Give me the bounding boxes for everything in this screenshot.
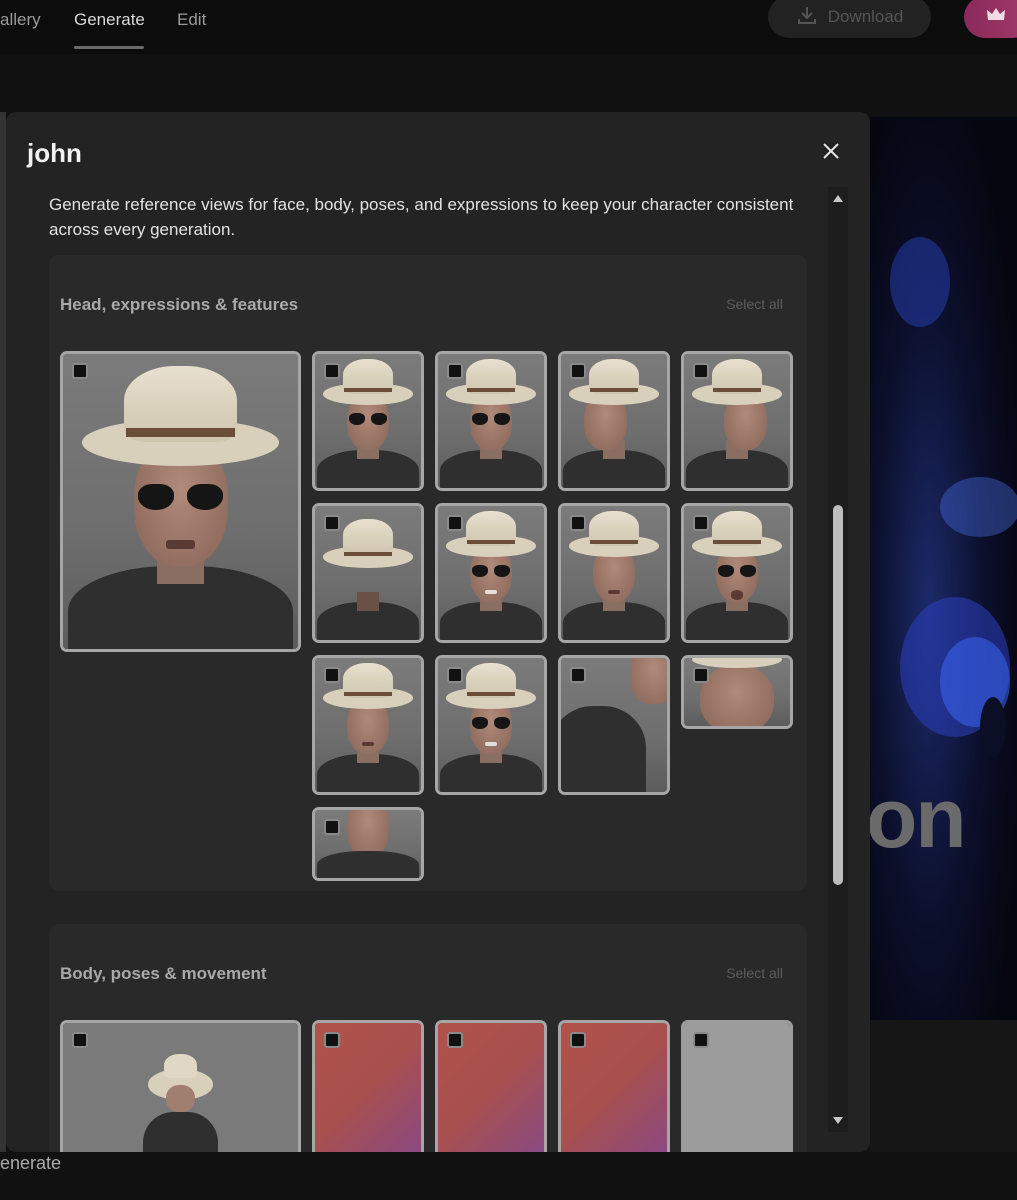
background-lower-area	[870, 1020, 1017, 1152]
checkbox-icon[interactable]	[324, 667, 340, 683]
checkbox-icon[interactable]	[570, 1032, 586, 1048]
checkbox-icon[interactable]	[72, 363, 88, 379]
portrait-photo	[63, 354, 298, 649]
download-label: Download	[827, 7, 904, 26]
reference-thumbnail[interactable]	[312, 655, 424, 795]
reference-thumbnail[interactable]	[312, 503, 424, 643]
modal-title: john	[27, 138, 82, 168]
reference-thumbnail-placeholder[interactable]	[681, 1020, 793, 1152]
download-button[interactable]: Download	[768, 0, 931, 38]
checkbox-icon[interactable]	[570, 667, 586, 683]
reference-thumbnail[interactable]	[558, 503, 670, 643]
background-hero-image	[870, 117, 1017, 1020]
checkbox-icon[interactable]	[324, 363, 340, 379]
checkbox-icon[interactable]	[570, 363, 586, 379]
tab-gallery[interactable]: allery	[0, 10, 41, 30]
download-icon	[796, 4, 818, 31]
checkbox-icon[interactable]	[693, 515, 709, 531]
reference-thumbnail[interactable]	[558, 655, 670, 795]
top-nav: allery Generate Edit Download	[0, 0, 1017, 54]
scroll-down-arrow-icon[interactable]	[833, 1117, 843, 1124]
full-body-photo	[63, 1023, 298, 1152]
section-title: Head, expressions & features	[60, 295, 299, 314]
reference-thumbnail[interactable]	[435, 503, 547, 643]
reference-thumbnail[interactable]	[312, 351, 424, 491]
background-footer-text: enerate	[0, 1153, 62, 1173]
tab-edit[interactable]: Edit	[177, 10, 206, 30]
checkbox-icon[interactable]	[447, 363, 463, 379]
modal-description: Generate reference views for face, body,…	[49, 195, 794, 239]
reference-thumbnail-placeholder[interactable]	[558, 1020, 670, 1152]
scrollbar-thumb[interactable]	[833, 505, 843, 885]
section-body-poses: Body, poses & movement Select all	[49, 924, 807, 1152]
checkbox-icon[interactable]	[324, 1032, 340, 1048]
checkbox-icon[interactable]	[324, 819, 340, 835]
character-modal: john Generate reference views for face, …	[6, 112, 870, 1152]
tab-generate[interactable]: Generate	[74, 10, 145, 30]
reference-thumbnail[interactable]	[60, 351, 301, 652]
section-title: Body, poses & movement	[60, 964, 267, 983]
background-hero-text: on	[866, 771, 967, 865]
reference-thumbnail[interactable]	[681, 503, 793, 643]
reference-thumbnail-placeholder[interactable]	[435, 1020, 547, 1152]
checkbox-icon[interactable]	[447, 1032, 463, 1048]
scrollbar[interactable]	[828, 187, 848, 1132]
reference-thumbnail[interactable]	[435, 655, 547, 795]
checkbox-icon[interactable]	[570, 515, 586, 531]
reference-thumbnail[interactable]	[312, 807, 424, 881]
reference-thumbnail[interactable]	[435, 351, 547, 491]
checkbox-icon[interactable]	[693, 363, 709, 379]
scroll-up-arrow-icon[interactable]	[833, 195, 843, 202]
select-all-button[interactable]: Select all	[726, 965, 783, 981]
select-all-button[interactable]: Select all	[726, 296, 783, 312]
reference-thumbnail-placeholder[interactable]	[312, 1020, 424, 1152]
checkbox-icon[interactable]	[447, 667, 463, 683]
crown-icon	[986, 7, 1006, 28]
active-tab-indicator	[74, 46, 144, 49]
section-head-expressions: Head, expressions & features Select all	[49, 255, 807, 891]
checkbox-icon[interactable]	[693, 667, 709, 683]
reference-thumbnail[interactable]	[60, 1020, 301, 1152]
close-icon	[822, 142, 840, 165]
close-button[interactable]	[818, 140, 844, 166]
reference-thumbnail[interactable]	[681, 655, 793, 729]
checkbox-icon[interactable]	[447, 515, 463, 531]
checkbox-icon[interactable]	[324, 515, 340, 531]
reference-thumbnail[interactable]	[558, 351, 670, 491]
premium-button[interactable]	[964, 0, 1017, 38]
reference-thumbnail[interactable]	[681, 351, 793, 491]
checkbox-icon[interactable]	[72, 1032, 88, 1048]
checkbox-icon[interactable]	[693, 1032, 709, 1048]
